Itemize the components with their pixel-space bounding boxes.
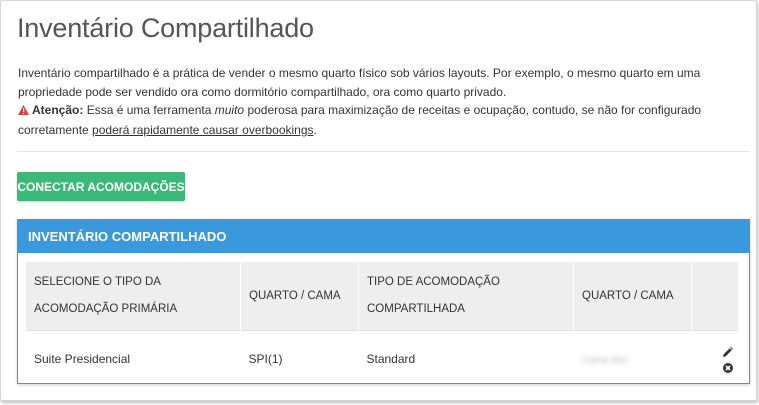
column-header-primary-type: Selecione o tipo da acomodação primária: [26, 262, 241, 331]
warning-label: Atenção:: [32, 103, 84, 117]
table-header-row: Selecione o tipo da acomodação primária …: [26, 262, 739, 331]
cell-actions: [691, 330, 739, 386]
description-text: Inventário compartilhado é a prática de …: [18, 66, 701, 99]
column-header-primary-room: Quarto / Cama: [240, 262, 359, 331]
warning-end: .: [313, 122, 317, 137]
cell-shared-type: Standard: [358, 330, 574, 386]
cell-primary-room: SPI(1): [240, 330, 359, 386]
column-header-shared-type: Tipo de acomodação compartilhada: [358, 262, 574, 331]
warning-emphasis: muito: [214, 103, 245, 117]
cell-shared-room: Cama dorr: [573, 330, 692, 386]
table-row: Suite Presidencial SPI(1) Standard Cama …: [26, 330, 739, 386]
page-title: Inventário Compartilhado: [17, 13, 314, 43]
pencil-icon[interactable]: [722, 347, 733, 361]
shared-inventory-panel: Inventário Compartilhado Selecione o tip…: [17, 219, 750, 386]
divider: [17, 151, 749, 152]
warning-paragraph: Atenção: Essa é uma ferramenta muito pod…: [18, 101, 743, 139]
shared-inventory-card: Inventário Compartilhado Inventário comp…: [0, 0, 757, 401]
connect-accommodations-button[interactable]: Conectar Acomodações: [17, 172, 185, 201]
description: Inventário compartilhado é a prática de …: [18, 64, 743, 139]
warning-text-1: Essa é uma ferramenta: [86, 103, 212, 117]
warning-triangle-icon: [18, 102, 29, 121]
column-header-shared-room: Quarto / Cama: [573, 262, 692, 331]
shared-room-value: Cama dorr: [581, 354, 629, 366]
shared-inventory-table: Selecione o tipo da acomodação primária …: [26, 262, 739, 386]
overbooking-link[interactable]: poderá rapidamente causar overbookings: [92, 123, 313, 137]
close-circle-icon[interactable]: [722, 362, 733, 376]
cell-primary-type: Suite Presidencial: [26, 330, 241, 386]
panel-title: Inventário Compartilhado: [18, 219, 749, 253]
column-header-actions: [691, 262, 739, 331]
